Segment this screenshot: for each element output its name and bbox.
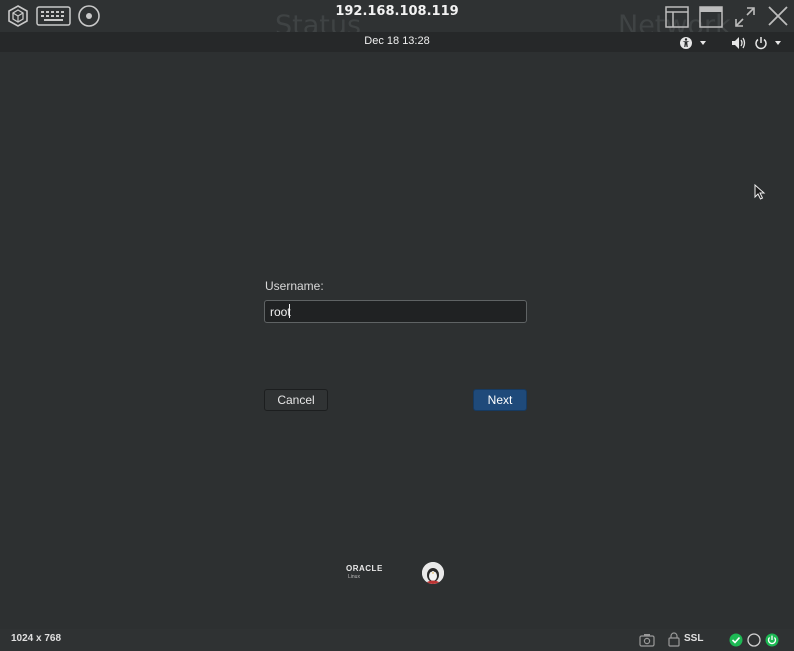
close-icon[interactable] <box>767 5 789 27</box>
cancel-button[interactable]: Cancel <box>264 389 328 411</box>
circle-icon <box>747 632 761 651</box>
resolution-readout: 1024 x 768 <box>11 633 62 644</box>
ssl-label: SSL <box>684 633 704 644</box>
keyboard-icon[interactable] <box>36 6 71 26</box>
window-icon[interactable] <box>665 6 689 28</box>
user-avatar[interactable] <box>422 562 444 584</box>
gnome-top-bar: Dec 18 13:28 <box>0 32 794 52</box>
mouse-cursor-icon <box>754 183 766 204</box>
oracle-subtitle: Linux <box>348 574 360 580</box>
vnc-toolbar: Status Network 192.168.108.119 <box>0 0 794 41</box>
text-caret <box>289 304 290 318</box>
next-button[interactable]: Next <box>473 389 527 411</box>
expand-icon[interactable] <box>733 5 757 29</box>
oracle-linux-logo: ORACLE Linux <box>346 564 396 584</box>
username-label: Username: <box>265 279 324 293</box>
clock[interactable]: Dec 18 13:28 <box>0 35 794 47</box>
vnc-status-bar: 1024 x 768 SSL <box>0 629 794 651</box>
check-circle-icon <box>729 632 743 651</box>
oracle-wordmark: ORACLE <box>346 564 383 573</box>
camera-icon[interactable] <box>639 632 655 651</box>
login-screen <box>0 52 794 629</box>
disc-icon[interactable] <box>77 4 101 28</box>
lock-icon <box>668 632 680 651</box>
username-input[interactable] <box>264 300 527 323</box>
cube-icon[interactable] <box>6 4 30 28</box>
power-circle-icon[interactable] <box>765 632 779 651</box>
maximize-icon[interactable] <box>699 6 723 28</box>
